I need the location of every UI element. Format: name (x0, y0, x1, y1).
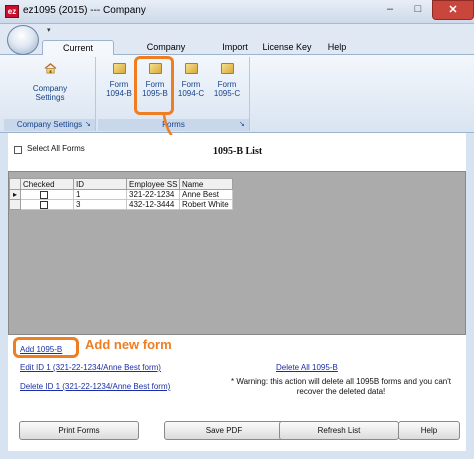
tab-license-key[interactable]: License Key (260, 40, 314, 55)
delete-form-link[interactable]: Delete ID 1 (321-22-1234/Anne Best form) (20, 382, 170, 391)
edit-form-link[interactable]: Edit ID 1 (321-22-1234/Anne Best form) (20, 363, 161, 372)
select-all-label: Select All Forms (27, 144, 85, 153)
dialog-launcher-icon[interactable]: ↘ (85, 121, 93, 129)
actions-panel: Add 1095-B Add new form Edit ID 1 (321-2… (8, 336, 466, 416)
tab-import[interactable]: Import (217, 40, 253, 55)
column-header-name[interactable]: Name (179, 178, 233, 190)
form-1095c-label-1: Form (217, 80, 237, 89)
help-button[interactable]: Help (398, 421, 460, 440)
forms-grid: Checked ID Employee SS Name ▸ 1 321-22-1… (8, 171, 466, 335)
id-cell[interactable]: 3 (73, 199, 127, 210)
employee-ss-cell[interactable]: 321-22-1234 (126, 189, 180, 200)
list-title: 1095-B List (213, 146, 263, 157)
table-row[interactable]: 3 432-12-3444 Robert White (9, 199, 233, 210)
company-settings-group: Company Settings Company Settings ↘ (4, 57, 96, 131)
home-icon (44, 63, 56, 74)
minimize-button[interactable]: – (376, 0, 404, 20)
print-forms-button[interactable]: Print Forms (19, 421, 139, 440)
close-button[interactable]: ✕ (432, 0, 474, 20)
tab-current-company[interactable]: Current Company (42, 40, 114, 67)
window-frame-left (0, 133, 8, 459)
form-1094b-label-1: Form (109, 80, 129, 89)
form-1095c-button[interactable]: Form 1095-C (210, 59, 244, 115)
company-settings-label-2: Settings (35, 93, 65, 102)
name-cell[interactable]: Anne Best (179, 189, 233, 200)
quick-access-dropdown-icon[interactable]: ▾ (47, 26, 51, 34)
window-frame-bottom (0, 451, 474, 459)
tab-company-management[interactable]: Company Management (120, 40, 212, 66)
add-new-form-caption: Add new form (85, 337, 172, 352)
row-checkbox[interactable] (40, 190, 48, 199)
app-icon: ez (5, 5, 19, 18)
refresh-list-button[interactable]: Refresh List (279, 421, 399, 440)
list-toolbar: Select All Forms 1095-B List (8, 135, 466, 161)
tab-help[interactable]: Help (322, 40, 352, 55)
checked-cell[interactable] (20, 199, 74, 210)
form-1094c-label-1: Form (181, 80, 201, 89)
form-icon (184, 63, 198, 74)
row-indicator[interactable]: ▸ (9, 189, 21, 200)
form-1095c-label-2: 1095-C (213, 89, 241, 98)
id-cell[interactable]: 1 (73, 189, 127, 200)
dialog-launcher-icon[interactable]: ↘ (239, 121, 247, 129)
company-settings-button[interactable]: Company Settings (24, 59, 76, 115)
save-pdf-button[interactable]: Save PDF (164, 421, 284, 440)
forms-table: Checked ID Employee SS Name ▸ 1 321-22-1… (9, 178, 233, 210)
ribbon-tabs: Current Company Company Management Impor… (0, 38, 474, 67)
delete-warning-text: * Warning: this action will delete all 1… (230, 377, 451, 396)
window-frame-right (466, 133, 474, 459)
application-menu-orb[interactable] (7, 25, 39, 55)
title-bar: ez ez1095 (2015) --- Company – □ ✕ (0, 0, 474, 24)
maximize-button[interactable]: □ (404, 0, 432, 20)
column-header-employee-ss[interactable]: Employee SS (126, 178, 180, 190)
table-row[interactable]: ▸ 1 321-22-1234 Anne Best (9, 189, 233, 200)
row-checkbox[interactable] (40, 200, 48, 209)
add-1095b-link[interactable]: Add 1095-B (20, 345, 62, 354)
form-1094c-button[interactable]: Form 1094-C (174, 59, 208, 115)
column-header-checked[interactable]: Checked (20, 178, 74, 190)
window-title: ez1095 (2015) --- Company (23, 5, 146, 16)
company-settings-label-1: Company (32, 84, 68, 93)
form-1094b-label-2: 1094-B (106, 89, 132, 98)
select-all-checkbox[interactable] (14, 146, 22, 154)
row-header-corner (9, 178, 21, 190)
delete-all-link[interactable]: Delete All 1095-B (276, 363, 338, 372)
quick-access-toolbar: ▾ (0, 24, 474, 38)
form-1094b-button[interactable]: Form 1094-B (102, 59, 136, 115)
row-indicator[interactable] (9, 199, 21, 210)
table-header-row: Checked ID Employee SS Name (9, 178, 233, 190)
form-1094c-label-2: 1094-C (177, 89, 205, 98)
form-icon (220, 63, 234, 74)
company-settings-group-label: Company Settings (4, 119, 95, 131)
ribbon-panel: Company Settings Company Settings ↘ Form… (0, 55, 474, 133)
column-header-id[interactable]: ID (73, 178, 127, 190)
form-icon (112, 63, 126, 74)
employee-ss-cell[interactable]: 432-12-3444 (126, 199, 180, 210)
form-1095b-highlight (134, 56, 174, 115)
name-cell[interactable]: Robert White (179, 199, 233, 210)
checked-cell[interactable] (20, 189, 74, 200)
